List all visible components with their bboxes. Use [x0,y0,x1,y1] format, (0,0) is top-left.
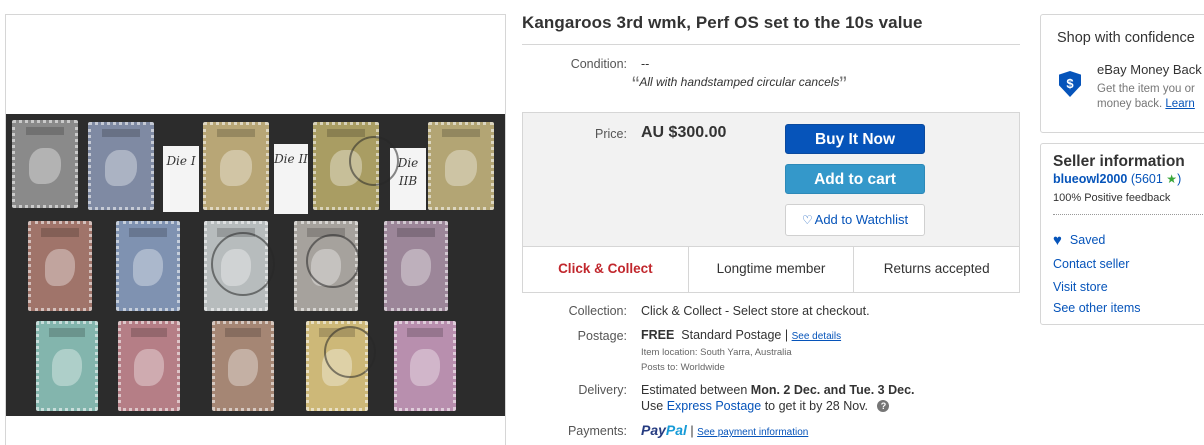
money-back-title: eBay Money Back [1097,62,1202,77]
express-postage-link[interactable]: Express Postage [667,399,762,413]
seller-feedback-score[interactable]: (5601 ★) [1131,172,1181,186]
delivery-estimate: Estimated between Mon. 2 Dec. and Tue. 3… [641,383,915,397]
heart-outline-icon: ♡ [801,213,813,227]
stamp-1 [12,120,78,208]
price-box: Price: AU $300.00 Buy It Now Add to cart… [522,112,1020,293]
stamp-6 [28,221,92,311]
collection-value: Click & Collect - Select store at checko… [641,304,870,318]
postage-separator: | [784,328,789,342]
collection-label: Collection: [568,304,627,318]
die-note-2: Die II [274,144,308,214]
add-to-cart-button[interactable]: Add to cart [785,164,925,194]
visit-store-link[interactable]: Visit store [1053,280,1108,294]
stamp-7 [116,221,180,311]
feature-badges: Click & Collect Longtime member Returns … [523,246,1019,292]
title-divider [522,44,1020,45]
postage-service: Standard Postage [681,328,782,342]
money-back-text: Get the item you or money back. Learn [1097,83,1195,110]
feature-longtime-member: Longtime member [689,247,855,292]
payment-info-link[interactable]: See payment information [697,427,808,438]
stamp-set-photo[interactable]: Die I Die II Die IIB [6,114,505,416]
add-to-watchlist-label: Add to Watchlist [814,212,909,227]
item-location: Item location: South Yarra, Australia [641,347,792,358]
postmark-4 [324,326,376,378]
postage-label: Postage: [577,329,627,343]
seller-divider [1053,214,1203,215]
stamp-10 [384,221,448,311]
paypal-logo: PayPal [641,422,687,438]
postage-value: FREE Standard Postage | See details [641,328,841,342]
confidence-title: Shop with confidence [1057,30,1195,46]
die-note-1: Die I [163,146,199,212]
contact-seller-link[interactable]: Contact seller [1053,257,1129,271]
stamp-15 [394,321,456,411]
stamp-2 [88,122,154,210]
feature-click-collect: Click & Collect [523,247,689,292]
seller-information-panel: Seller information blueowl2000 (5601 ★) … [1040,143,1204,325]
payments-value: PayPal | See payment information [641,422,808,438]
item-title: Kangaroos 3rd wmk, Perf OS set to the 10… [522,13,923,32]
price-value: AU $300.00 [641,124,727,141]
star-icon: ★ [1166,172,1178,186]
buy-it-now-button[interactable]: Buy It Now [785,124,925,154]
delivery-dates: Mon. 2 Dec. and Tue. 3 Dec. [750,383,915,397]
shield-icon: $ [1059,71,1081,97]
posts-to: Posts to: Worldwide [641,362,725,373]
delivery-label: Delivery: [578,383,627,397]
see-other-items-link[interactable]: See other items [1053,301,1141,315]
payments-separator: | [690,424,694,438]
stamp-11 [36,321,98,411]
price-label: Price: [595,127,627,141]
help-icon[interactable]: ? [877,400,890,412]
postmark-1 [349,136,399,186]
seller-name-line: blueowl2000 (5601 ★) [1053,172,1181,186]
seller-username-link[interactable]: blueowl2000 [1053,172,1127,186]
condition-quote-text: All with handstamped circular cancels [639,75,840,89]
condition-value: -- [641,57,650,71]
saved-label: Saved [1069,233,1106,247]
learn-more-link[interactable]: Learn [1165,98,1194,110]
stamp-3 [203,122,269,210]
stamp-12 [118,321,180,411]
condition-label: Condition: [570,57,627,71]
stamp-5 [428,122,494,210]
postage-free: FREE [641,328,675,342]
saved-seller-button[interactable]: ♥ Saved [1053,232,1105,249]
item-image-panel[interactable]: Die I Die II Die IIB [5,14,506,445]
postmark-3 [306,234,360,288]
postmark-2 [211,232,275,296]
delivery-express: Use Express Postage to get it by 28 Nov.… [641,399,890,413]
shop-with-confidence-panel: Shop with confidence $ eBay Money Back G… [1040,14,1204,133]
seller-positive-feedback: 100% Positive feedback [1053,192,1171,204]
payments-label: Payments: [567,424,627,438]
seller-title: Seller information [1053,153,1185,170]
stamp-13 [212,321,274,411]
condition-description: “All with handstamped circular cancels” [632,72,847,97]
add-to-watchlist-button[interactable]: ♡ Add to Watchlist [785,204,925,236]
heart-icon: ♥ [1053,232,1062,249]
see-details-link[interactable]: See details [792,331,841,342]
feature-returns-accepted: Returns accepted [883,261,990,276]
